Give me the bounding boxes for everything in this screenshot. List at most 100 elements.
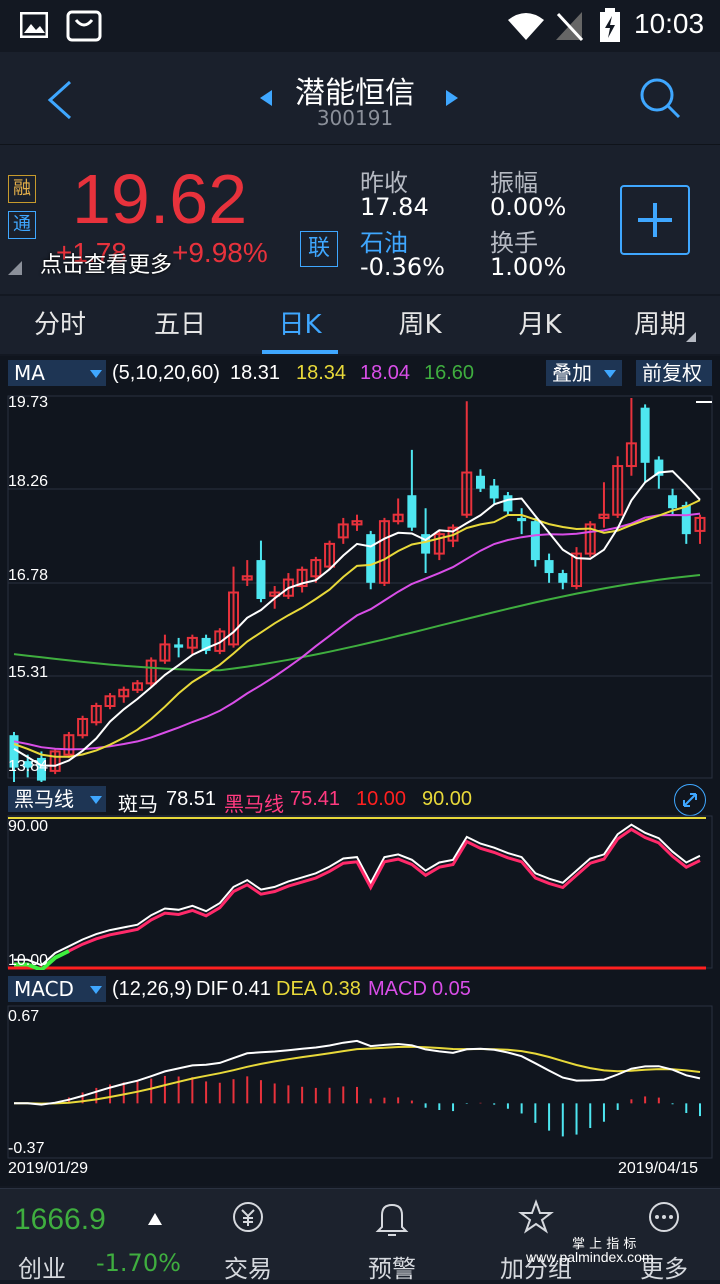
ma60-value: 16.60 (424, 362, 475, 384)
quote-panel: 融 通 19.62 +1.78 +9.98% 点击查看更多 联 昨收 17.84… (0, 144, 720, 294)
candle-body (256, 560, 266, 599)
zebra-axis-bottom: 10.00 (8, 952, 49, 969)
wifi-icon (508, 13, 544, 40)
candle-body (558, 573, 568, 583)
tab-daily-k[interactable]: 日K (240, 296, 360, 354)
chevron-down-icon (604, 370, 616, 378)
nav-trade[interactable]: 交易 (176, 1189, 320, 1283)
more-icon (649, 1202, 679, 1232)
watermark-url: www.palmindex.com (526, 1249, 654, 1265)
price-axis-label: 13.84 (8, 758, 49, 775)
back-arrow-icon[interactable] (44, 80, 74, 120)
ma20-value: 18.04 (360, 362, 411, 384)
heima-value: 75.41 (290, 788, 341, 810)
next-stock-icon[interactable] (444, 88, 460, 108)
low-line-value: 10.00 (356, 788, 407, 810)
title-bar: 潜能恒信 300191 (0, 52, 720, 144)
candle-body (530, 521, 540, 561)
adjust-select[interactable]: 前复权 (636, 360, 712, 386)
plus-icon (638, 203, 672, 237)
dif-value: 0.41 (232, 978, 271, 1000)
tab-monthly-k[interactable]: 月K (480, 296, 600, 354)
kline-chart[interactable] (0, 388, 720, 782)
macd-chart[interactable] (0, 1004, 720, 1160)
candle-body (668, 495, 678, 509)
star-icon (518, 1199, 554, 1234)
nav-label: 预警 (368, 1255, 416, 1283)
dea-value: 0.38 (322, 978, 361, 1000)
candle-body (681, 504, 691, 535)
dif-label: DIF (196, 978, 229, 1000)
chevron-down-icon (90, 796, 102, 804)
candle-body (174, 644, 184, 648)
price-axis-label: 19.73 (8, 394, 49, 411)
chevron-down-icon (90, 370, 102, 378)
candle-body (544, 560, 554, 574)
chevron-down-icon (90, 986, 102, 994)
candle-body (503, 495, 513, 512)
candle-body (475, 475, 485, 489)
price-axis-label: 15.31 (8, 664, 49, 681)
high-line-value: 90.00 (422, 788, 473, 810)
gallery-icon (20, 12, 48, 38)
end-date: 2019/04/15 (618, 1160, 699, 1177)
zebra-label: 斑马 (118, 794, 158, 816)
price-change-pct: +9.98% (172, 237, 268, 268)
ma-params: (5,10,20,60) (112, 362, 220, 384)
amplitude-value: 0.00% (490, 193, 567, 221)
add-watchlist-button[interactable] (620, 185, 690, 255)
active-tab-indicator (262, 350, 338, 354)
tab-period[interactable]: 周期 (600, 296, 720, 354)
status-bar: 10:03 (0, 0, 720, 52)
macd-axis-bottom: -0.37 (8, 1140, 45, 1157)
zebra-value: 78.51 (166, 788, 217, 810)
margin-badge[interactable]: 融 (8, 175, 36, 203)
chart-area: MA (5,10,20,60) 18.31 18.34 18.04 16.60 … (0, 356, 720, 1186)
heima-label: 黑马线 (224, 794, 284, 816)
candle-body (407, 495, 417, 528)
bottom-bar: 1666.9 创业 -1.70% 交易 预警 加分组 更多 掌 上 指 标 ww… (0, 1188, 720, 1283)
candle-body (640, 407, 650, 463)
tab-five-day[interactable]: 五日 (120, 296, 240, 354)
store-bag-icon (66, 10, 102, 42)
stock-code: 300191 (316, 106, 394, 130)
corner-triangle-icon (8, 261, 22, 275)
bell-icon (375, 1203, 409, 1236)
macd-value: 0.05 (432, 978, 471, 1000)
macd-label: MACD (368, 978, 427, 1000)
last-price: 19.62 (72, 160, 248, 238)
nav-label: 交易 (224, 1255, 272, 1283)
search-icon[interactable] (638, 76, 682, 120)
start-date: 2019/01/29 (8, 1160, 89, 1177)
tab-weekly-k[interactable]: 周K (360, 296, 480, 354)
price-axis-label: 16.78 (8, 567, 49, 584)
index-change: -1.70% (96, 1249, 181, 1277)
candle-body (366, 534, 376, 583)
period-tabs: 分时 五日 日K 周K 月K 周期 (0, 296, 720, 354)
ma5-value: 18.31 (230, 362, 281, 384)
price-axis-label: 18.26 (8, 473, 49, 490)
tab-intraday[interactable]: 分时 (0, 296, 120, 354)
sector-change: -0.36% (360, 253, 445, 281)
macd-params: (12,26,9) (112, 978, 193, 1000)
index-value[interactable]: 1666.9 (14, 1203, 106, 1237)
prev-close-value: 17.84 (360, 193, 429, 221)
zebra-axis-top: 90.00 (8, 818, 49, 835)
status-time: 10:03 (634, 8, 705, 39)
period-dropdown-icon (686, 332, 696, 342)
candle-body (517, 517, 527, 522)
prev-stock-icon[interactable] (258, 88, 274, 108)
expand-icon[interactable] (674, 784, 706, 816)
related-button[interactable]: 联 (300, 231, 338, 267)
nav-alert[interactable]: 预警 (320, 1189, 464, 1283)
more-info-link[interactable]: 点击查看更多 (40, 247, 172, 279)
no-signal-icon (556, 12, 584, 42)
index-name: 创业 (18, 1255, 66, 1283)
battery-charging-icon (600, 8, 620, 42)
connect-badge[interactable]: 通 (8, 211, 36, 239)
zebra-chart[interactable] (0, 814, 720, 970)
up-arrow-icon (148, 1213, 162, 1225)
dea-label: DEA (276, 978, 318, 1000)
candle-body (489, 485, 499, 499)
trade-icon (233, 1202, 263, 1232)
